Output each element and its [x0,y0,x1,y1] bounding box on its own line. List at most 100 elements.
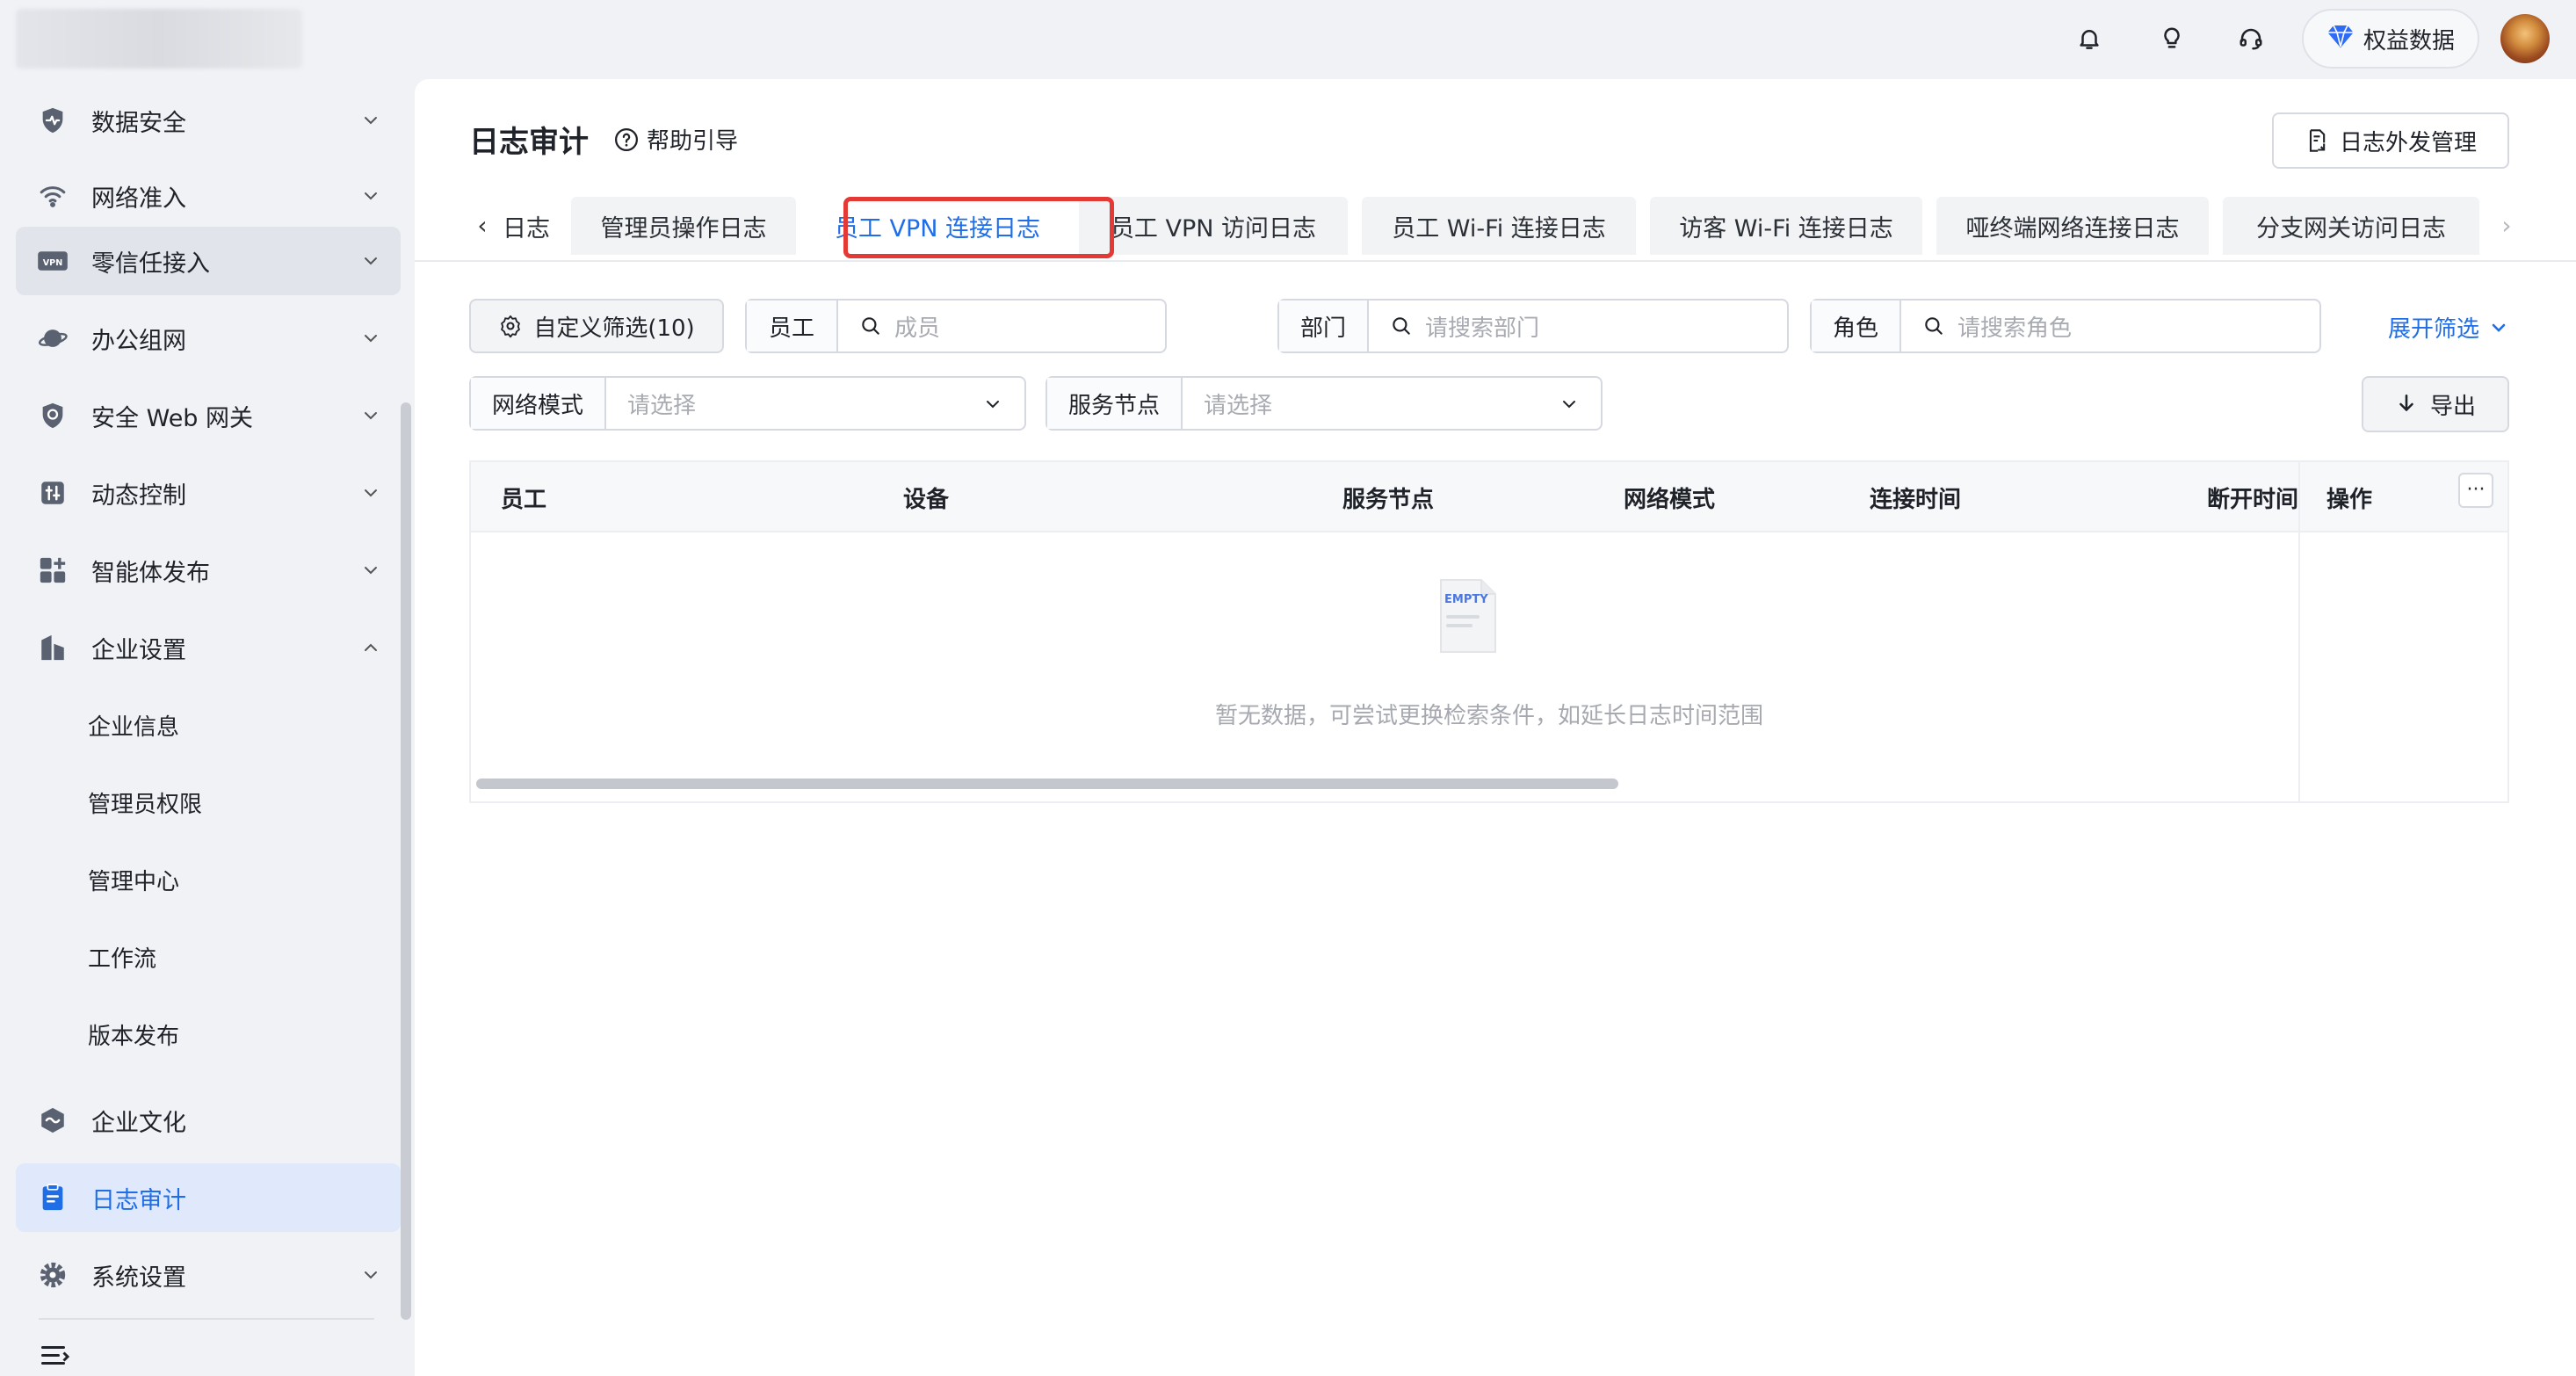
help-guide-link[interactable]: 帮助引导 [613,123,738,156]
chevron-down-icon[interactable] [360,250,381,272]
service-node-filter[interactable]: 服务节点 请选择 [1046,376,1603,431]
tab-label: 分支网关访问日志 [2256,214,2446,243]
sidebar-item-office-network[interactable]: 办公组网 [16,304,401,373]
table-horizontal-scrollbar[interactable] [476,779,1618,789]
sidebar-item-dynamic-control[interactable]: 动态控制 [16,459,401,527]
sidebar-subitem-label: 管理员权限 [88,791,203,818]
sidebar-subitem-admin-permissions[interactable]: 管理员权限 [16,771,401,833]
sidebar-subitem-admin-center[interactable]: 管理中心 [16,849,401,910]
tab-branch-gateway-access-log[interactable]: 分支网关访问日志 [2223,197,2479,255]
empty-state-icon: EMPTY [1440,579,1496,653]
employee-search-input[interactable]: 成员 [838,301,1165,351]
rights-data-label: 权益数据 [2363,27,2456,54]
network-mode-filter[interactable]: 网络模式 请选择 [469,376,1026,431]
tab-employee-wifi-connection-log[interactable]: 员工 Wi-Fi 连接日志 [1362,197,1636,255]
tab-guest-wifi-connection-log[interactable]: 访客 Wi-Fi 连接日志 [1650,197,1922,255]
sidebar-subitem-enterprise-info[interactable]: 企业信息 [16,694,401,756]
chevron-down-icon[interactable] [360,482,381,503]
chevron-down-icon[interactable] [360,405,381,426]
custom-filter-button[interactable]: 自定义筛选(10) [469,299,724,353]
tabs-divider [415,260,2576,262]
department-search-input[interactable]: 请搜索部门 [1369,301,1787,351]
chevron-down-icon[interactable] [360,560,381,581]
empty-state-icon-text: EMPTY [1444,593,1488,606]
chevron-down-icon[interactable] [360,1264,381,1285]
tab-label: 员工 VPN 访问日志 [1110,214,1317,243]
headset-icon[interactable] [2230,18,2272,60]
column-header-service-node[interactable]: 服务节点 [1342,462,1434,532]
role-filter[interactable]: 角色 请搜索角色 [1810,299,2321,353]
tab-scroll-left-icon[interactable]: ‹ [469,209,496,241]
chevron-down-icon[interactable] [360,328,381,349]
rights-data-button[interactable]: 权益数据 [2302,9,2479,69]
column-header-connect-time[interactable]: 连接时间 [1870,462,1961,532]
expand-filters-link[interactable]: 展开筛选 [2388,311,2509,344]
shield-pulse-icon [35,103,70,138]
sidebar-item-enterprise-settings[interactable]: 企业设置 [16,613,401,682]
tab-employee-vpn-access-log[interactable]: 员工 VPN 访问日志 [1079,197,1348,255]
tab-scroll-right-icon[interactable]: › [2493,209,2520,241]
sidebar-item-network-access[interactable]: 网络准入 [16,162,401,230]
log-export-icon [2309,129,2326,152]
sidebar-item-secure-web-gateway[interactable]: 安全 Web 网关 [16,381,401,450]
gear-icon [35,1257,70,1293]
sidebar-item-data-security[interactable]: 数据安全 [16,86,401,155]
column-header-network-mode[interactable]: 网络模式 [1624,462,1715,532]
sidebar-subitem-label: 管理中心 [88,868,180,895]
log-table: 员工 设备 服务节点 网络模式 连接时间 断开时间 操作 ··· EMPTY 暂… [469,460,2509,803]
chevron-up-icon[interactable] [360,637,381,658]
chevron-down-icon[interactable] [360,185,381,206]
tab-label: 管理员操作日志 [600,214,767,243]
sidebar-item-enterprise-culture[interactable]: 企业文化 [16,1086,401,1155]
tab-employee-vpn-connection-log[interactable]: 员工 VPN 连接日志 [810,197,1065,255]
log-type-tabs: ‹ 日志 管理员操作日志 员工 VPN 连接日志 员工 VPN 访问日志 员工 … [469,197,2525,255]
department-filter[interactable]: 部门 请搜索部门 [1277,299,1789,353]
service-node-select[interactable]: 请选择 [1183,378,1601,429]
network-mode-select[interactable]: 请选择 [606,378,1024,429]
chevron-down-icon[interactable] [360,110,381,131]
column-header-device[interactable]: 设备 [903,462,949,532]
tab-label: 哑终端网络连接日志 [1965,214,2180,243]
tab-dumb-terminal-network-log[interactable]: 哑终端网络连接日志 [1936,197,2209,255]
bulb-icon[interactable] [2151,18,2193,60]
sidebar-item-agent-publish[interactable]: 智能体发布 [16,536,401,605]
column-header-disconnect-time[interactable]: 断开时间 [2207,462,2298,532]
sidebar-scrollbar[interactable] [401,402,411,1320]
tab-label: 员工 Wi-Fi 连接日志 [1392,214,1606,243]
sidebar-item-system-settings[interactable]: 系统设置 [16,1241,401,1309]
network-mode-label: 网络模式 [471,378,606,429]
column-header-actions[interactable]: 操作 [2326,462,2372,532]
log-external-management-button[interactable]: 日志外发管理 [2272,112,2509,169]
culture-icon [35,1103,70,1138]
table-header: 员工 设备 服务节点 网络模式 连接时间 断开时间 操作 ··· [471,462,2507,532]
sidebar-subitem-version-release[interactable]: 版本发布 [16,1003,401,1065]
bell-icon[interactable] [2068,18,2110,60]
column-header-employee[interactable]: 员工 [501,462,546,532]
column-settings-more-icon[interactable]: ··· [2458,473,2493,508]
expand-filters-label: 展开筛选 [2387,316,2479,343]
sidebar-subitem-workflow[interactable]: 工作流 [16,926,401,988]
company-logo[interactable] [16,9,302,69]
user-avatar[interactable] [2500,14,2550,63]
sidebar-subitem-label: 企业信息 [88,713,180,741]
main-panel: 日志审计 帮助引导 日志外发管理 ‹ 日志 管理员操作日志 员工 VPN 连接日… [415,79,2576,1376]
sidebar-item-label: 企业文化 [91,1109,186,1137]
fixed-column-divider [2298,462,2300,801]
search-icon [862,317,879,335]
sidebar-item-log-audit[interactable]: 日志审计 [16,1163,401,1232]
role-search-input[interactable]: 请搜索角色 [1901,301,2319,351]
export-button[interactable]: 导出 [2362,376,2509,432]
collapse-menu-icon[interactable] [39,1341,70,1372]
employee-filter[interactable]: 员工 成员 [745,299,1167,353]
sidebar-item-label: 系统设置 [91,1264,186,1292]
download-arrow-icon [2399,394,2413,411]
department-placeholder: 请搜索部门 [1425,315,1540,342]
sidebar-item-label: 数据安全 [91,109,186,137]
tab-label: 访客 Wi-Fi 连接日志 [1679,214,1893,243]
sidebar: 数据安全 网络准入 VPN 零信任接入 办公组网 安全 Web 网关 动态控制 … [0,77,413,1376]
chevron-down-icon [987,401,999,409]
tab-log[interactable]: 日志 [496,197,557,255]
page-title: 日志审计 [469,125,589,160]
tab-admin-operation-log[interactable]: 管理员操作日志 [571,197,796,255]
sidebar-item-zero-trust[interactable]: VPN 零信任接入 [16,227,401,295]
